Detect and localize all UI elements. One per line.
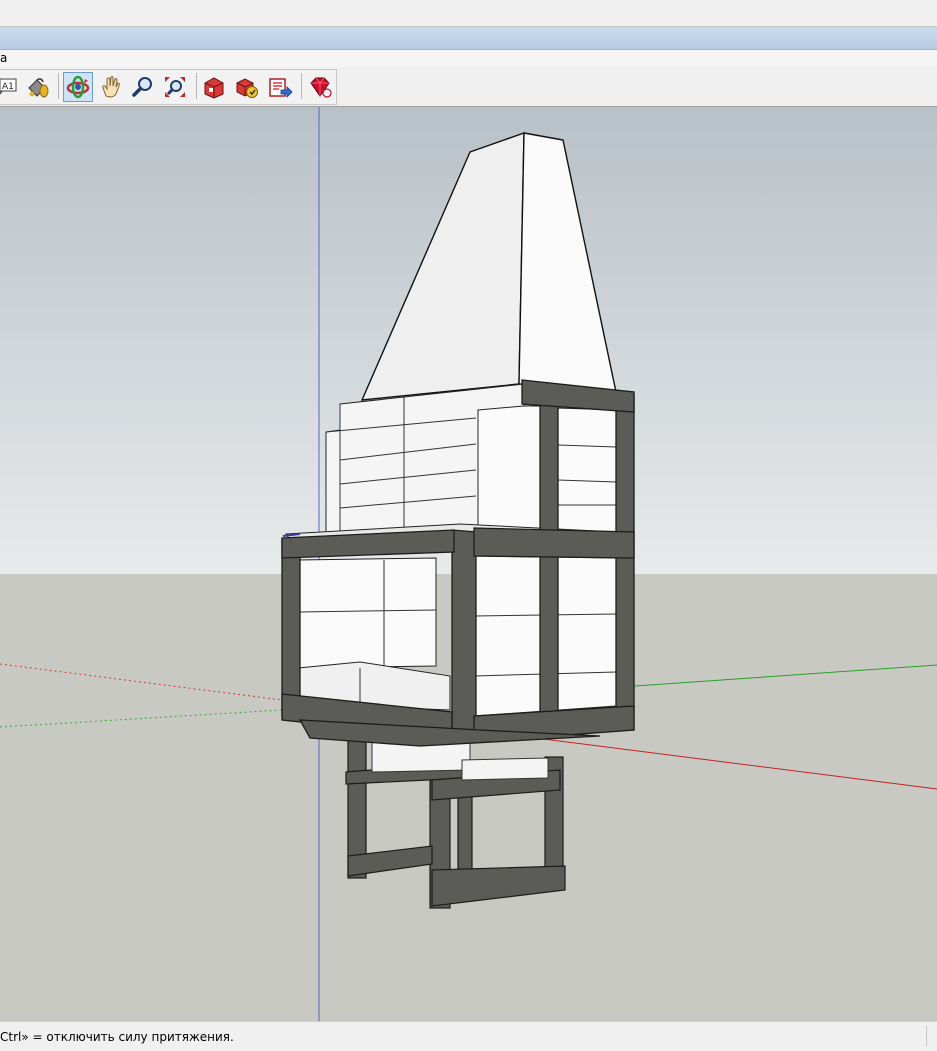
- orbit-icon: [66, 75, 90, 99]
- zoom-extents-icon: [165, 77, 185, 97]
- paint-bucket-button[interactable]: [22, 72, 52, 102]
- components-button[interactable]: [232, 72, 262, 102]
- upper-block-right: [557, 407, 617, 535]
- status-message: Ctrl» = отключить силу притяжения.: [0, 1030, 234, 1044]
- warehouse-icon: [204, 77, 224, 99]
- text-label-icon: A1: [0, 78, 17, 95]
- model-viewport[interactable]: [0, 107, 937, 1021]
- share-model-button[interactable]: [265, 72, 295, 102]
- zoom-extents-button[interactable]: [160, 72, 190, 102]
- components-icon: [236, 78, 258, 98]
- pan-button[interactable]: [96, 72, 126, 102]
- toolbar-separator: [196, 73, 197, 99]
- 3d-warehouse-button[interactable]: [199, 72, 229, 102]
- menu-bar: a: [0, 50, 937, 67]
- toolbar-separator: [58, 73, 59, 99]
- share-model-icon: [269, 78, 293, 98]
- menu-item-fragment[interactable]: a: [0, 51, 7, 65]
- magnifier-icon: [132, 77, 152, 97]
- upper-block-front: [477, 405, 541, 533]
- ruby-console-button[interactable]: [305, 72, 335, 102]
- orbit-button[interactable]: [63, 72, 93, 102]
- status-separator: [926, 1026, 927, 1046]
- scene-3d: [0, 107, 937, 1021]
- text-tool-button[interactable]: A1: [0, 72, 20, 102]
- firebox-left-blocks: [297, 557, 437, 669]
- status-bar: Ctrl» = отключить силу притяжения.: [0, 1021, 937, 1051]
- title-bar: [0, 27, 937, 50]
- window-top-strip: [0, 0, 937, 27]
- paint-bucket-icon: [28, 78, 49, 98]
- toolbar-separator: [301, 73, 302, 99]
- text-tool-label: A1: [2, 82, 14, 92]
- stand-under-block: [461, 757, 549, 781]
- toolbar: A1: [0, 67, 937, 107]
- hand-pan-icon: [102, 76, 120, 98]
- zoom-button[interactable]: [128, 72, 158, 102]
- ruby-gem-icon: [310, 77, 332, 98]
